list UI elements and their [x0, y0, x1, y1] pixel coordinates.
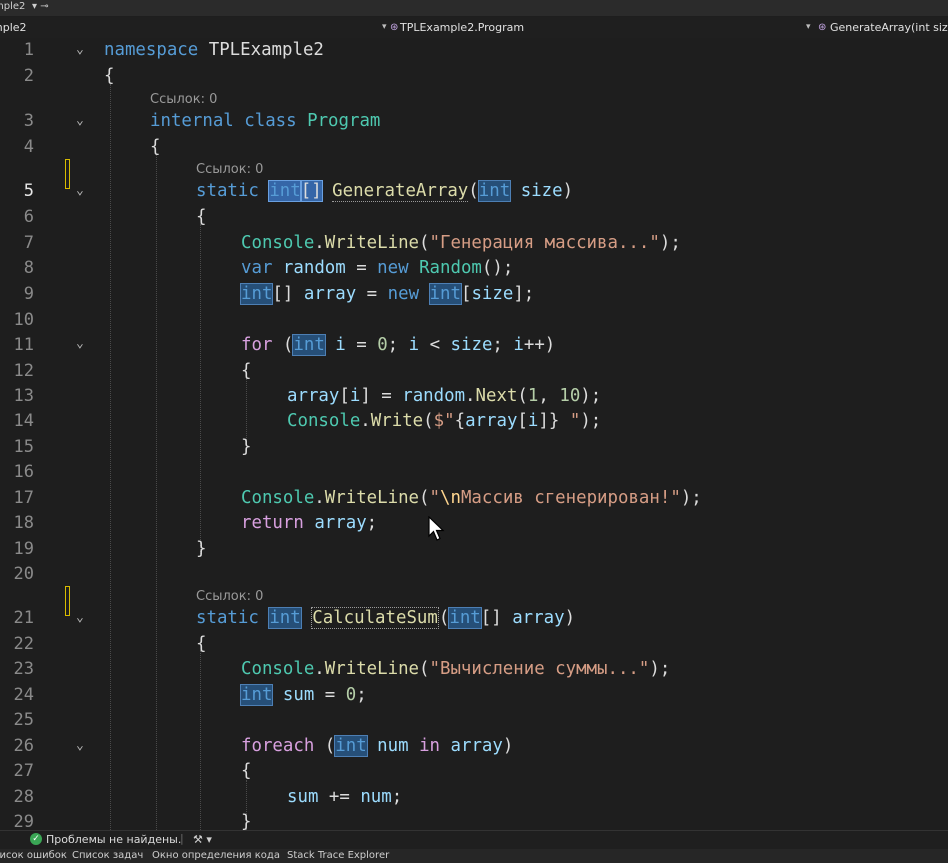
code-line-23: Console.WriteLine("Вычисление суммы...")…: [241, 659, 671, 679]
code-line-22: {: [196, 634, 207, 654]
code-line-5: static int[] GenerateArray(int size): [196, 180, 574, 202]
line-number: 27: [13, 761, 34, 781]
separator: |: [180, 832, 184, 845]
method-icon: ⊛: [818, 22, 827, 33]
class-icon: ⊛: [390, 22, 399, 33]
code-line-8: var random = new Random();: [241, 258, 514, 278]
line-number: 28: [13, 787, 34, 807]
fold-chevron-icon[interactable]: ⌄: [76, 114, 88, 127]
line-number: 16: [13, 462, 34, 482]
indent-guide: [110, 84, 111, 830]
change-marker: [65, 159, 70, 189]
line-number: 19: [13, 539, 34, 559]
line-number: 15: [13, 437, 34, 457]
project-dropdown[interactable]: mple2: [0, 21, 27, 34]
code-line-1: namespace TPLExample2: [104, 40, 324, 60]
chevron-down-icon[interactable]: ▾: [806, 22, 811, 32]
line-number: 10: [13, 310, 34, 330]
line-number: 25: [13, 710, 34, 730]
code-line-6: {: [196, 207, 207, 227]
code-line-11: for (int i = 0; i < size; i++): [241, 334, 556, 356]
code-line-24: int sum = 0;: [239, 684, 367, 706]
indent-guide: [200, 224, 201, 556]
code-line-14: Console.Write($"{array[i]} ");: [287, 411, 602, 431]
line-number: 6: [23, 207, 34, 227]
change-marker: [65, 586, 70, 616]
line-number: 2: [23, 66, 34, 86]
line-number: 11: [13, 335, 34, 355]
code-line-26: foreach (int num in array): [241, 735, 514, 757]
class-dropdown[interactable]: TPLExample2.Program: [400, 21, 524, 34]
line-number: 9: [23, 284, 34, 304]
tab-task-list[interactable]: Список задач: [72, 850, 143, 861]
line-number: 1: [23, 40, 34, 60]
member-dropdown[interactable]: GenerateArray(int size): [830, 21, 948, 34]
line-number: 20: [13, 564, 34, 584]
fold-chevron-icon[interactable]: ⌄: [76, 611, 88, 624]
code-line-4: {: [150, 137, 161, 157]
line-number: 12: [13, 361, 34, 381]
code-line-2: {: [104, 66, 115, 86]
code-line-18: return array;: [241, 513, 378, 533]
line-number: 23: [13, 659, 34, 679]
code-line-21: static int CalculateSum(int[] array): [196, 607, 576, 629]
line-number: 17: [13, 488, 34, 508]
code-line-17: Console.WriteLine("\nМассив сгенерирован…: [241, 488, 702, 508]
code-line-3: internal class Program: [150, 111, 381, 131]
document-tab[interactable]: mple2: [0, 1, 25, 15]
code-line-13: array[i] = random.Next(1, 10);: [287, 386, 602, 406]
tab-code-definition[interactable]: Окно определения кода: [152, 850, 280, 861]
code-line-27: {: [241, 761, 252, 781]
codelens-references[interactable]: Ссылок: 0: [150, 92, 217, 108]
line-number: 24: [13, 685, 34, 705]
line-number: 14: [13, 411, 34, 431]
code-editor[interactable]: 1 2 3 4 5 6 7 8 9 10 11 12 13 14 15 16 1…: [0, 38, 948, 832]
line-number: 13: [13, 386, 34, 406]
line-number: 26: [13, 736, 34, 756]
status-bar: ✓ Проблемы не найдены. | ⚒ ▾: [0, 830, 948, 849]
code-line-15: }: [241, 437, 252, 457]
tab-pin-icon[interactable]: ▾ ⊸: [32, 1, 49, 15]
line-number: 22: [13, 634, 34, 654]
tool-window-tabs: Список ошибок Список задач Окно определе…: [0, 849, 948, 863]
indent-guide: [156, 154, 157, 830]
line-number-current: 5: [23, 181, 34, 201]
fold-chevron-icon[interactable]: ⌄: [76, 739, 88, 752]
line-number: 21: [13, 608, 34, 628]
indent-guide: [200, 650, 201, 830]
mouse-pointer-icon: [428, 516, 445, 541]
codelens-references[interactable]: Ссылок: 0: [196, 162, 263, 178]
code-line-12: {: [241, 361, 252, 381]
code-line-28: sum += num;: [287, 787, 403, 807]
line-number: 8: [23, 258, 34, 278]
fold-chevron-icon[interactable]: ⌄: [76, 184, 88, 197]
line-number: 7: [23, 233, 34, 253]
code-line-19: }: [196, 539, 207, 559]
fold-chevron-icon[interactable]: ⌄: [76, 43, 88, 56]
line-number: 18: [13, 513, 34, 533]
codelens-references[interactable]: Ссылок: 0: [196, 589, 263, 605]
check-circle-icon: ✓: [30, 833, 42, 845]
tab-error-list[interactable]: Список ошибок: [0, 850, 67, 861]
issues-status[interactable]: Проблемы не найдены.: [46, 833, 181, 846]
code-cleanup-icon[interactable]: ⚒ ▾: [193, 833, 212, 846]
line-number: 4: [23, 137, 34, 157]
document-tab-bar: mple2 ▾ ⊸: [0, 0, 948, 16]
code-line-7: Console.WriteLine("Генерация массива..."…: [241, 233, 681, 253]
code-line-9: int[] array = new int[size];: [239, 283, 535, 305]
tab-stack-trace-explorer[interactable]: Stack Trace Explorer: [287, 850, 389, 861]
chevron-down-icon[interactable]: ▾: [382, 22, 387, 32]
fold-chevron-icon[interactable]: ⌄: [76, 337, 88, 350]
line-number: 3: [23, 111, 34, 131]
navigation-bar: mple2 ▾ ⊛ TPLExample2.Program ▾ ⊛ Genera…: [0, 17, 948, 39]
